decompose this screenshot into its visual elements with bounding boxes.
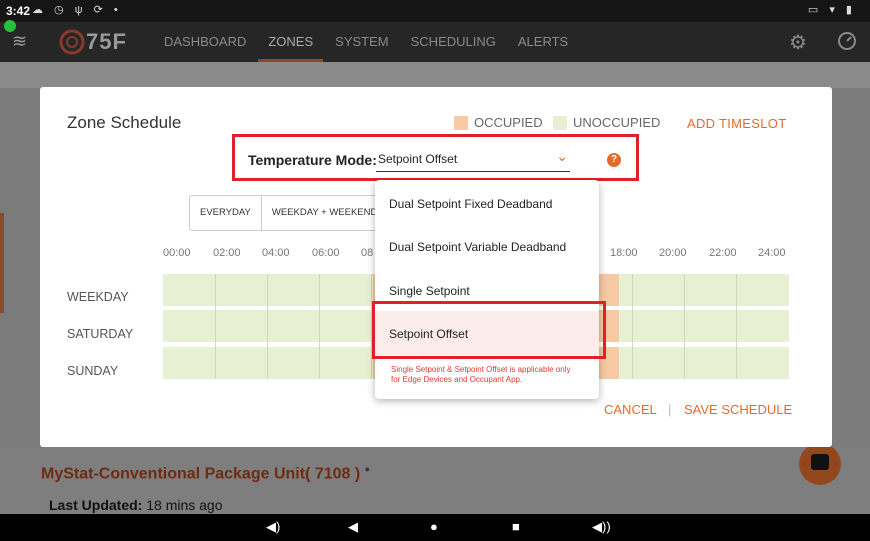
recents-icon[interactable]: ■	[512, 519, 520, 534]
time-label: 04:00	[262, 247, 290, 259]
dialog-title: Zone Schedule	[67, 113, 182, 132]
button-separator: |	[668, 402, 672, 417]
save-schedule-button[interactable]: SAVE SCHEDULE	[684, 402, 792, 417]
tab-weekday-weekend[interactable]: WEEKDAY + WEEKEND	[262, 196, 389, 230]
grid-line	[736, 274, 737, 379]
time-label: 22:00	[709, 247, 737, 259]
nav-system[interactable]: SYSTEM	[335, 22, 388, 62]
dropdown-note: Single Setpoint & Setpoint Offset is app…	[391, 365, 571, 384]
unoccupied-swatch	[553, 115, 567, 130]
gauge-icon[interactable]	[838, 32, 856, 50]
time-label: 02:00	[213, 247, 241, 259]
volume-down-icon[interactable]: ◀)	[266, 519, 280, 535]
option-single-setpoint[interactable]: Single Setpoint	[389, 284, 470, 298]
volume-up-icon[interactable]: ◀))	[592, 519, 611, 535]
option-dual-fixed[interactable]: Dual Setpoint Fixed Deadband	[389, 197, 552, 211]
grid-line	[215, 274, 216, 379]
chat-button[interactable]	[799, 443, 841, 485]
time-label: 06:00	[312, 247, 340, 259]
background-accent	[0, 213, 4, 313]
time-label: 00:00	[163, 247, 191, 259]
occupied-swatch	[454, 115, 468, 130]
main-nav: DASHBOARD ZONES SYSTEM SCHEDULING ALERTS	[164, 22, 590, 62]
chevron-down-icon: ⌄	[556, 148, 568, 164]
grid-line	[632, 274, 633, 379]
time-label: 20:00	[659, 247, 687, 259]
chat-icon	[811, 454, 829, 470]
grid-line	[267, 274, 268, 379]
day-label-weekday: WEEKDAY	[67, 290, 129, 304]
android-nav-bar: ◀) ◀ ● ■ ◀))	[0, 514, 870, 541]
legend-unoccupied: UNOCCUPIED	[553, 115, 660, 130]
temperature-mode-label: Temperature Mode:	[248, 152, 377, 168]
back-icon[interactable]: ◀	[348, 519, 358, 535]
layers-icon[interactable]: ≋	[12, 31, 27, 52]
add-timeslot-button[interactable]: ADD TIMESLOT	[687, 116, 786, 131]
temperature-mode-value: Setpoint Offset	[378, 152, 458, 166]
zone-title-mark: ●	[364, 464, 371, 474]
time-label: 08	[361, 247, 374, 259]
day-label-sunday: SUNDAY	[67, 364, 119, 378]
legend-occupied: OCCUPIED	[454, 115, 543, 130]
nav-scheduling[interactable]: SCHEDULING	[411, 22, 496, 62]
schedule-type-tabs: EVERYDAY WEEKDAY + WEEKEND	[189, 195, 390, 231]
status-time: 3:42	[6, 4, 31, 18]
temperature-mode-select[interactable]: Setpoint Offset ⌄	[376, 147, 570, 172]
zone-title: MyStat-Conventional Package Unit( 7108 )…	[41, 464, 371, 483]
time-label: 18:00	[610, 247, 638, 259]
nav-dashboard[interactable]: DASHBOARD	[164, 22, 246, 62]
selected-option-highlight	[372, 301, 606, 359]
help-icon[interactable]: ?	[607, 153, 621, 167]
cancel-button[interactable]: CANCEL	[604, 402, 657, 417]
tab-everyday[interactable]: EVERYDAY	[190, 196, 262, 230]
grid-line	[684, 274, 685, 379]
status-right-icons: ▭ ▾ ▮	[807, 4, 856, 16]
time-label: 24:00	[758, 247, 786, 259]
status-bar: 3:42 ☁ ◷ ψ ⟳ • ▭ ▾ ▮	[0, 0, 870, 22]
app-header: ≋ 75F DASHBOARD ZONES SYSTEM SCHEDULING …	[0, 22, 870, 84]
nav-alerts[interactable]: ALERTS	[518, 22, 568, 62]
logo-icon	[59, 29, 85, 55]
day-label-saturday: SATURDAY	[67, 327, 134, 341]
logo-text: 75F	[86, 29, 127, 54]
home-icon[interactable]: ●	[430, 519, 438, 534]
temperature-mode-dropdown: Dual Setpoint Fixed Deadband Dual Setpoi…	[375, 180, 599, 399]
last-updated: Last Updated: 18 mins ago	[49, 497, 223, 513]
grid-line	[319, 274, 320, 379]
nav-zones[interactable]: ZONES	[258, 22, 323, 62]
background-zone-cards	[0, 62, 870, 88]
option-dual-variable[interactable]: Dual Setpoint Variable Deadband	[389, 240, 566, 254]
gear-icon[interactable]: ⚙	[789, 30, 807, 55]
indicator-dot	[4, 20, 16, 32]
status-icons: ☁ ◷ ψ ⟳ •	[32, 4, 122, 16]
